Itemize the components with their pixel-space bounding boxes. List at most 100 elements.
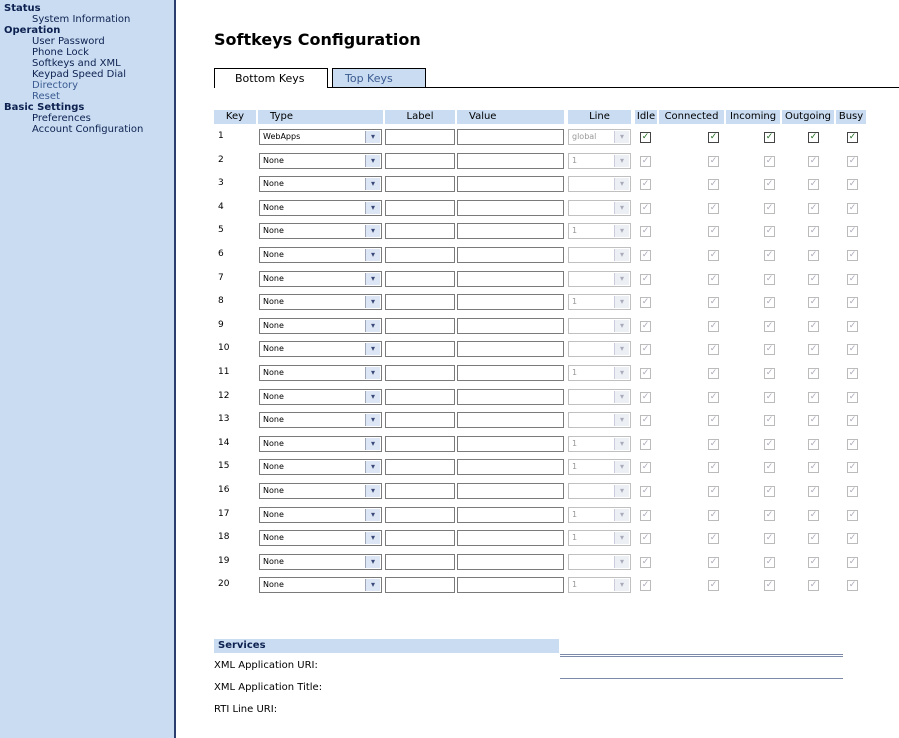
checkbox-connected[interactable]: ✓ xyxy=(708,415,719,427)
value-input[interactable] xyxy=(457,223,564,240)
label-input[interactable] xyxy=(385,341,455,358)
checkbox-busy[interactable]: ✓ xyxy=(847,391,858,403)
checkbox-busy[interactable]: ✓ xyxy=(847,273,858,285)
checkbox-busy[interactable]: ✓ xyxy=(847,132,858,143)
value-input[interactable] xyxy=(457,365,564,381)
line-select[interactable]: 1 ▾ xyxy=(568,459,631,476)
checkbox-connected[interactable]: ✓ xyxy=(708,391,719,403)
checkbox-incoming[interactable]: ✓ xyxy=(764,344,775,356)
checkbox-incoming[interactable]: ✓ xyxy=(764,438,775,450)
checkbox-outgoing[interactable]: ✓ xyxy=(808,438,819,450)
checkbox-incoming[interactable]: ✓ xyxy=(764,273,775,285)
nav-item-system-information[interactable]: System Information xyxy=(32,14,130,25)
checkbox-busy[interactable]: ✓ xyxy=(847,580,858,592)
value-input[interactable] xyxy=(457,530,564,547)
line-select[interactable]: ▾ xyxy=(568,199,631,216)
checkbox-outgoing[interactable]: ✓ xyxy=(808,415,819,427)
value-input[interactable] xyxy=(457,341,564,358)
line-select[interactable]: ▾ xyxy=(568,412,631,429)
checkbox-connected[interactable]: ✓ xyxy=(708,297,719,309)
nav-item-keypad-speed-dial[interactable]: Keypad Speed Dial xyxy=(32,69,126,80)
value-input[interactable] xyxy=(457,577,564,594)
line-select[interactable]: ▾ xyxy=(568,483,631,499)
checkbox-idle[interactable]: ✓ xyxy=(640,509,651,521)
checkbox-busy[interactable]: ✓ xyxy=(847,462,858,474)
value-input[interactable] xyxy=(457,459,564,476)
checkbox-incoming[interactable]: ✓ xyxy=(764,391,775,403)
checkbox-incoming[interactable]: ✓ xyxy=(764,297,775,309)
type-select[interactable]: None ▾ xyxy=(259,412,382,429)
line-select[interactable]: 1 ▾ xyxy=(568,506,631,523)
label-input[interactable] xyxy=(385,435,455,452)
line-select[interactable]: ▾ xyxy=(568,270,631,287)
type-select[interactable]: None ▾ xyxy=(259,294,382,311)
type-select[interactable]: None ▾ xyxy=(259,530,382,547)
checkbox-incoming[interactable]: ✓ xyxy=(764,155,775,167)
line-select[interactable]: 1 ▾ xyxy=(568,435,631,452)
checkbox-busy[interactable]: ✓ xyxy=(847,533,858,545)
checkbox-incoming[interactable]: ✓ xyxy=(764,462,775,474)
type-select[interactable]: None ▾ xyxy=(259,270,382,287)
label-input[interactable] xyxy=(385,223,455,240)
checkbox-outgoing[interactable]: ✓ xyxy=(808,368,819,379)
checkbox-incoming[interactable]: ✓ xyxy=(764,250,775,261)
value-input[interactable] xyxy=(457,506,564,523)
nav-group-operation[interactable]: Operation xyxy=(4,25,60,36)
checkbox-idle[interactable]: ✓ xyxy=(640,202,651,214)
tab-bottom-keys[interactable]: Bottom Keys xyxy=(214,68,328,88)
checkbox-idle[interactable]: ✓ xyxy=(640,226,651,238)
checkbox-outgoing[interactable]: ✓ xyxy=(808,132,819,143)
label-input[interactable] xyxy=(385,317,455,334)
type-select[interactable]: None ▾ xyxy=(259,435,382,452)
line-select[interactable]: 1 ▾ xyxy=(568,152,631,169)
type-select[interactable]: None ▾ xyxy=(259,176,382,193)
checkbox-busy[interactable]: ✓ xyxy=(847,438,858,450)
checkbox-busy[interactable]: ✓ xyxy=(847,179,858,191)
value-input[interactable] xyxy=(457,152,564,169)
label-input[interactable] xyxy=(385,199,455,216)
checkbox-connected[interactable]: ✓ xyxy=(708,368,719,379)
checkbox-connected[interactable]: ✓ xyxy=(708,179,719,191)
checkbox-busy[interactable]: ✓ xyxy=(847,556,858,568)
value-input[interactable] xyxy=(457,176,564,193)
checkbox-busy[interactable]: ✓ xyxy=(847,344,858,356)
checkbox-outgoing[interactable]: ✓ xyxy=(808,509,819,521)
label-input[interactable] xyxy=(385,459,455,476)
checkbox-incoming[interactable]: ✓ xyxy=(764,368,775,379)
value-input[interactable] xyxy=(457,270,564,287)
checkbox-connected[interactable]: ✓ xyxy=(708,250,719,261)
nav-item-account-configuration[interactable]: Account Configuration xyxy=(32,124,143,135)
checkbox-outgoing[interactable]: ✓ xyxy=(808,391,819,403)
services-field-input[interactable] xyxy=(560,678,843,679)
label-input[interactable] xyxy=(385,270,455,287)
value-input[interactable] xyxy=(457,247,564,263)
checkbox-idle[interactable]: ✓ xyxy=(640,297,651,309)
checkbox-outgoing[interactable]: ✓ xyxy=(808,533,819,545)
checkbox-connected[interactable]: ✓ xyxy=(708,533,719,545)
checkbox-outgoing[interactable]: ✓ xyxy=(808,556,819,568)
checkbox-idle[interactable]: ✓ xyxy=(640,320,651,332)
checkbox-incoming[interactable]: ✓ xyxy=(764,556,775,568)
checkbox-connected[interactable]: ✓ xyxy=(708,202,719,214)
line-select[interactable]: ▾ xyxy=(568,176,631,193)
value-input[interactable] xyxy=(457,199,564,216)
type-select[interactable]: None ▾ xyxy=(259,506,382,523)
type-select[interactable]: None ▾ xyxy=(259,317,382,334)
line-select[interactable]: 1 ▾ xyxy=(568,223,631,240)
checkbox-outgoing[interactable]: ✓ xyxy=(808,462,819,474)
checkbox-connected[interactable]: ✓ xyxy=(708,438,719,450)
label-input[interactable] xyxy=(385,412,455,429)
checkbox-connected[interactable]: ✓ xyxy=(708,486,719,497)
line-select[interactable]: 1 ▾ xyxy=(568,365,631,381)
nav-item-preferences[interactable]: Preferences xyxy=(32,113,91,124)
value-input[interactable] xyxy=(457,483,564,499)
checkbox-idle[interactable]: ✓ xyxy=(640,368,651,379)
services-field-input[interactable] xyxy=(560,654,843,655)
checkbox-incoming[interactable]: ✓ xyxy=(764,132,775,143)
checkbox-incoming[interactable]: ✓ xyxy=(764,580,775,592)
checkbox-incoming[interactable]: ✓ xyxy=(764,509,775,521)
type-select[interactable]: None ▾ xyxy=(259,152,382,169)
checkbox-idle[interactable]: ✓ xyxy=(640,462,651,474)
type-select[interactable]: None ▾ xyxy=(259,247,382,263)
checkbox-idle[interactable]: ✓ xyxy=(640,556,651,568)
